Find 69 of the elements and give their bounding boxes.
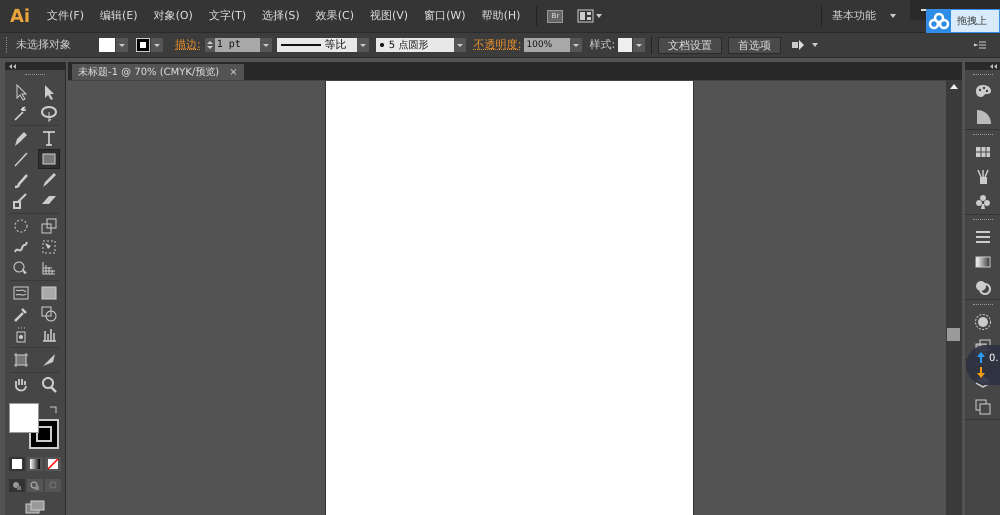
scroll-thumb[interactable] (947, 328, 960, 341)
line-icon (12, 150, 30, 168)
toolbar-button[interactable]: 文档设置 (658, 36, 722, 54)
menu-item[interactable]: 选择(S) (262, 8, 300, 24)
stroke-swatch[interactable] (136, 38, 150, 52)
speed-text: 0. (989, 352, 999, 366)
scale-icon (40, 217, 58, 235)
dropdown-icon[interactable] (151, 38, 163, 52)
fill-swatch[interactable] (99, 38, 115, 52)
pen-icon (12, 129, 30, 147)
zoom-icon (40, 376, 58, 394)
artboard-icon (12, 351, 30, 369)
document-tab[interactable]: 未标题-1 @ 70% (CMYK/预览) × (72, 64, 244, 80)
draw-normal-button[interactable] (9, 479, 25, 492)
blend-icon (40, 305, 58, 323)
menu-item[interactable]: 文字(T) (208, 8, 246, 24)
dropdown-icon[interactable] (260, 38, 272, 52)
stroke-lines-icon[interactable] (974, 228, 992, 246)
brush-dropdown[interactable]: 5 点圆形 (376, 38, 454, 52)
dropdown-icon[interactable] (116, 38, 128, 52)
upload-text: 拖拽上 (957, 14, 987, 28)
gradient-icon (40, 284, 58, 302)
menu-item[interactable]: 效果(C) (316, 8, 354, 24)
toolbar-button[interactable]: 首选项 (728, 36, 782, 54)
tool-button[interactable] (38, 149, 60, 169)
stepper-icon[interactable] (204, 38, 215, 52)
gradient-mode-button[interactable] (27, 457, 43, 471)
perspective-grid-icon (40, 259, 58, 277)
screen-mode-icon[interactable] (25, 500, 45, 514)
free-transform-icon (40, 238, 58, 256)
opacity-field[interactable]: 100% (524, 38, 570, 52)
dropdown-icon[interactable] (454, 38, 466, 52)
dropdown-icon[interactable] (356, 38, 369, 52)
hand-icon (12, 376, 30, 394)
workspace-switcher[interactable]: 基本功能 (832, 8, 876, 24)
none-mode-button[interactable] (45, 457, 61, 471)
profile-dropdown[interactable]: 等比 (276, 38, 357, 52)
draw-behind-button[interactable] (27, 479, 43, 492)
vertical-scrollbar[interactable] (946, 80, 962, 515)
panel-menu-icon[interactable] (974, 41, 986, 49)
stroke-weight-field[interactable]: 1 pt (214, 38, 260, 52)
artboards-icon[interactable] (974, 398, 992, 416)
stroke-link[interactable]: 描边: (175, 36, 201, 54)
close-tab-button[interactable]: × (229, 64, 238, 80)
fill-stroke-swatch-drawing[interactable] (9, 403, 59, 449)
caret-icon (890, 14, 896, 18)
dropdown-icon[interactable] (570, 38, 582, 52)
up-down-arrows-icon (977, 352, 985, 378)
menu-item[interactable]: 对象(O) (154, 8, 193, 24)
style-label: 样式: (589, 36, 616, 53)
scroll-up-icon (950, 84, 958, 89)
dropdown-icon[interactable] (633, 38, 646, 52)
menu-item[interactable]: 编辑(E) (100, 8, 138, 24)
swap-icon[interactable] (49, 405, 58, 414)
opacity-link[interactable]: 不透明度: (474, 36, 522, 54)
appearance-icon[interactable] (974, 313, 992, 331)
rotate-icon (12, 217, 30, 235)
menu-item[interactable]: 视图(V) (370, 8, 408, 24)
layout-icon[interactable] (577, 9, 604, 23)
color-mode-button[interactable] (9, 457, 25, 471)
menu-item[interactable]: 窗口(W) (424, 8, 466, 24)
selection-label: 未选择对象 (16, 36, 71, 53)
menu-item[interactable]: 帮助(H) (482, 8, 520, 24)
align-options-icon[interactable] (791, 39, 820, 51)
menu-item[interactable]: 文件(F) (47, 8, 84, 24)
club-icon[interactable] (974, 193, 992, 211)
app-logo: Ai (10, 4, 30, 28)
lasso-icon (40, 104, 58, 122)
style-swatch[interactable] (618, 38, 632, 52)
